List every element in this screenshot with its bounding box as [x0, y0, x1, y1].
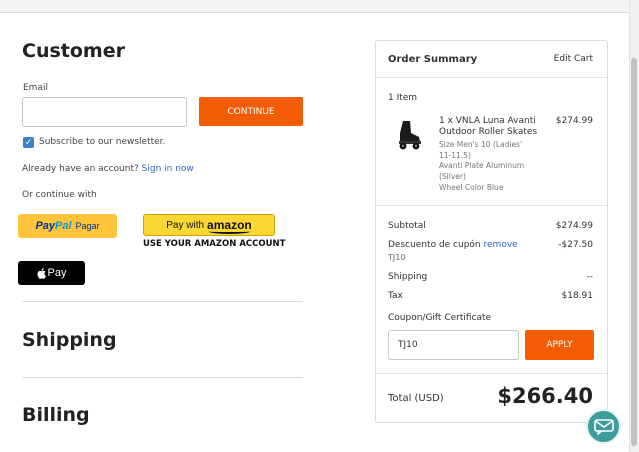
summary-divider [376, 77, 607, 78]
apply-coupon-button[interactable]: APPLY [525, 330, 594, 360]
total-label: Total (USD) [388, 393, 444, 404]
summary-divider [376, 373, 607, 374]
paypal-button[interactable]: Pay Pal Pagar [18, 214, 117, 238]
amazon-pay-button[interactable]: Pay with amazon [143, 214, 275, 236]
scrollbar[interactable] [629, 0, 639, 452]
coupon-input[interactable]: TJ10 [388, 330, 519, 360]
paypal-logo-part2: Pal [55, 220, 72, 232]
shipping-value: -- [586, 272, 594, 282]
item-wheel: Wheel Color Blue [439, 183, 504, 192]
apple-pay-button[interactable]: Pay [18, 261, 85, 285]
chat-button[interactable] [586, 409, 621, 444]
item-size: Size Men's 10 (Ladies' 11-11.5) [439, 140, 523, 160]
shipping-label: Shipping [388, 272, 428, 282]
roller-skate-image [399, 121, 421, 150]
discount-row: Descuento de cupón remove [388, 240, 518, 250]
tax-label: Tax [388, 291, 403, 301]
amazon-logo: amazon [207, 218, 252, 234]
amazon-pay-prefix: Pay with [166, 219, 205, 231]
account-prompt-text: Already have an account? [22, 164, 139, 174]
newsletter-checkbox[interactable]: ✓ [23, 137, 34, 148]
order-summary-title: Order Summary [388, 54, 478, 65]
apple-pay-label: Pay [47, 267, 67, 279]
account-prompt: Already have an account? Sign in now [22, 164, 194, 174]
total-value: $266.40 [497, 384, 593, 408]
email-label: Email [23, 83, 48, 93]
item-price: $274.99 [555, 116, 593, 126]
email-field[interactable] [22, 97, 187, 127]
tax-value: $18.91 [561, 291, 594, 301]
section-divider [22, 301, 303, 302]
coupon-label: Coupon/Gift Certificate [388, 313, 492, 323]
chat-icon [593, 418, 614, 435]
discount-code: TJ10 [388, 253, 406, 262]
subtotal-label: Subtotal [388, 221, 426, 231]
item-name: 1 x VNLA Luna Avanti Outdoor Roller Skat… [439, 116, 538, 137]
top-bar [0, 0, 629, 13]
newsletter-label: Subscribe to our newsletter. [39, 137, 166, 147]
customer-section-title: Customer [22, 40, 125, 62]
summary-divider [376, 205, 607, 206]
billing-section-title[interactable]: Billing [22, 404, 90, 426]
discount-value: -$27.50 [558, 240, 593, 250]
discount-label: Descuento de cupón [388, 240, 481, 250]
item-plate: Avanti Plate Aluminum (Silver) [439, 161, 525, 181]
sign-in-link[interactable]: Sign in now [142, 164, 194, 174]
remove-coupon-link[interactable]: remove [484, 240, 518, 250]
item-count: 1 Item [388, 93, 418, 103]
edit-cart-link[interactable]: Edit Cart [554, 54, 593, 64]
subtotal-value: $274.99 [555, 221, 593, 231]
scrollbar-thumb[interactable] [631, 58, 637, 446]
paypal-suffix: Pagar [75, 221, 100, 231]
or-continue-text: Or continue with [22, 190, 97, 200]
amazon-account-text: USE YOUR AMAZON ACCOUNT [143, 239, 286, 249]
apple-icon [37, 267, 46, 279]
section-divider [22, 377, 303, 378]
shipping-section-title[interactable]: Shipping [22, 329, 117, 351]
paypal-logo-part1: Pay [35, 220, 56, 232]
order-summary-card: Order Summary Edit Cart 1 Item 1 x VNLA … [375, 40, 608, 423]
continue-button[interactable]: CONTINUE [199, 97, 303, 126]
